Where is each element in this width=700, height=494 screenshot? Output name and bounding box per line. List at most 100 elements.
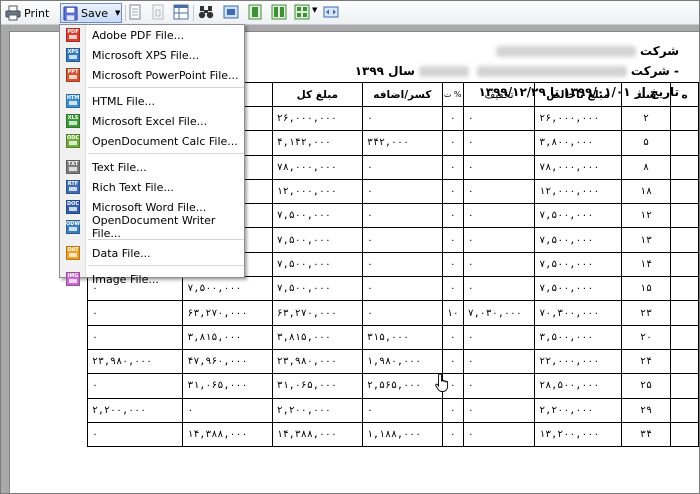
toolbar-separator: [125, 5, 126, 21]
menu-item-label: Microsoft Excel File...: [92, 114, 208, 128]
table-cell-c5: ۰: [441, 397, 464, 423]
table-cell-c8: ۱۴: [620, 251, 672, 278]
table-cell-partial: [670, 203, 699, 229]
table-row: ۰ ۳۱,۰۶۵,۰۰۰ ۳۱,۰۶۵,۰۰۰ ۲,۵۶۵,۰۰۰ ۰ ۰ ۲۸,۵۰۰,۰…: [86, 373, 699, 399]
menu-item-label: Microsoft PowerPoint File...: [92, 68, 239, 82]
table-cell-c4: ۰: [361, 105, 443, 132]
table-cell-c7: ۳,۵۰۰,۰۰۰: [534, 324, 622, 350]
menu-item-label: Microsoft XPS File...: [92, 48, 200, 62]
menu-item-label: Image File...: [92, 272, 159, 286]
table-cell-c4: ۳۴۲,۰۰۰: [361, 130, 443, 156]
table-cell-c5: ۰: [441, 276, 464, 302]
table-cell-c3: ۱۲,۰۰۰,۰۰۰: [271, 178, 363, 205]
table-cell-c8: ۲: [620, 105, 672, 132]
menu-item-xps[interactable]: XPS Microsoft XPS File...: [61, 45, 244, 65]
menu-item-data-file[interactable]: DAT Data File...: [61, 243, 244, 263]
header-kosr-ezafe: کسر/اضافه: [361, 82, 443, 107]
table-cell-c8: ۲۰: [620, 324, 672, 350]
multi-page-dropdown-icon[interactable]: ▼: [312, 6, 317, 24]
table-cell-c5: ۰: [441, 105, 464, 132]
menu-item-ods[interactable]: ODC OpenDocument Calc File...: [61, 131, 244, 151]
table-cell-c6: ۰: [462, 348, 536, 375]
table-cell-c7: ۷۸,۰۰۰,۰۰۰: [534, 154, 622, 180]
toolbar-separator: [193, 5, 194, 21]
table-cell-c7: ۳,۸۰۰,۰۰۰: [534, 130, 622, 156]
report-subtitle-line: - شرکتسال ۱۳۹۹: [354, 64, 679, 78]
menu-item-html[interactable]: HTM HTML File...: [61, 91, 244, 111]
page-icon[interactable]: [128, 4, 142, 22]
table-cell-c2: ۱۴,۳۸۸,۰۰۰: [182, 421, 273, 448]
odt-icon: ODW: [66, 220, 80, 234]
table-cell-partial: [670, 421, 699, 448]
table-cell-c8: ۲۹: [620, 397, 672, 423]
grid-icon[interactable]: [173, 4, 189, 22]
print-label: Print: [24, 6, 50, 20]
table-cell-c6: ۰: [462, 154, 536, 180]
table-cell-c1: ۰: [86, 300, 184, 326]
table-cell-c5: ۰: [441, 154, 464, 180]
table-cell-c8: ۲۳: [620, 300, 672, 326]
header-sanad: سند: [620, 82, 672, 107]
two-pages-icon[interactable]: [271, 4, 287, 22]
table-cell-c7: ۷,۵۰۰,۰۰۰: [534, 203, 622, 229]
menu-separator: [88, 153, 244, 154]
table-cell-c4: ۳۱۵,۰۰۰: [361, 324, 443, 350]
table-cell-c7: ۷۰,۳۰۰,۰۰۰: [534, 300, 622, 326]
table-cell-partial: [670, 348, 699, 375]
html-icon: HTM: [66, 94, 80, 108]
table-cell-c5: ۰: [441, 203, 464, 229]
table-cell-c3: ۴,۱۴۲,۰۰۰: [271, 130, 363, 156]
header-takhfif: تخفیف: [462, 82, 536, 107]
multi-page-icon[interactable]: [294, 4, 310, 22]
table-cell-c1: ۰: [86, 421, 184, 448]
menu-item-excel[interactable]: XLS Microsoft Excel File...: [61, 111, 244, 131]
table-cell-c6: ۰: [462, 324, 536, 350]
table-cell-c5: ۰: [441, 251, 464, 278]
menu-item-pdf[interactable]: PDF Adobe PDF File...: [61, 25, 244, 45]
binoculars-icon[interactable]: [198, 4, 214, 22]
table-cell-c5: ۰: [441, 324, 464, 350]
table-cell-c4: ۰: [361, 251, 443, 278]
header-mablagh-kol: مبلغ کل: [271, 82, 363, 107]
table-cell-c7: ۷,۵۰۰,۰۰۰: [534, 251, 622, 278]
table-cell-c8: ۸: [620, 154, 672, 180]
table-cell-c2: ۳,۸۱۵,۰۰۰: [182, 324, 273, 350]
table-cell-c5: ۱۰: [441, 300, 464, 326]
header-partial: ه: [670, 82, 699, 107]
dropdown-arrow-icon[interactable]: ▼: [115, 9, 120, 17]
report-viewer-window: Print Save ▼ ▼ شرکت - شرکتسال ۱۳۹۹ تاریخ…: [0, 0, 700, 494]
page-width-icon[interactable]: [247, 4, 263, 22]
word-icon: DOC: [66, 200, 80, 214]
table-cell-c1: ۲۳,۹۸۰,۰۰۰: [86, 348, 184, 375]
table-cell-c3: ۲۳,۹۸۰,۰۰۰: [271, 348, 363, 375]
table-cell-c7: ۲۲,۰۰۰,۰۰۰: [534, 348, 622, 375]
table-cell-partial: [670, 227, 699, 253]
table-cell-c7: ۲,۲۰۰,۰۰۰: [534, 397, 622, 423]
table-cell-c8: ۱۸: [620, 178, 672, 205]
print-button[interactable]: Print: [5, 4, 55, 22]
table-cell-c6: ۰: [462, 203, 536, 229]
table-cell-c5: ۰: [441, 421, 464, 448]
table-cell-c4: ۰: [361, 397, 443, 423]
menu-item-text-file[interactable]: TXT Text File...: [61, 157, 244, 177]
menu-item-image-file[interactable]: IMG Image File...: [61, 269, 244, 289]
menu-item-ppt[interactable]: PPT Microsoft PowerPoint File...: [61, 65, 244, 85]
menu-item-odt[interactable]: ODW OpenDocument Writer File...: [61, 214, 244, 240]
save-button[interactable]: Save ▼: [60, 3, 122, 23]
table-cell-c6: ۷,۰۳۰,۰۰۰: [462, 300, 536, 326]
table-cell-c3: ۷,۵۰۰,۰۰۰: [271, 203, 363, 229]
table-cell-partial: [670, 130, 699, 156]
zoom-fit-icon[interactable]: [323, 4, 339, 22]
xps-icon: XPS: [66, 48, 80, 62]
text-file-icon: TXT: [66, 160, 80, 174]
hand-cursor-icon: [435, 373, 451, 397]
menu-item-rtf[interactable]: RTF Rich Text File...: [61, 177, 244, 197]
table-cell-c2: ۳۱,۰۶۵,۰۰۰: [182, 373, 273, 399]
delete-page-icon[interactable]: [151, 4, 165, 22]
table-cell-partial: [670, 373, 699, 399]
table-cell-c3: ۲,۲۰۰,۰۰۰: [271, 397, 363, 423]
table-cell-c3: ۱۴,۳۸۸,۰۰۰: [271, 421, 363, 448]
menu-item-label: Text File...: [92, 160, 147, 174]
single-page-icon[interactable]: [223, 4, 239, 22]
rtf-icon: RTF: [66, 180, 80, 194]
